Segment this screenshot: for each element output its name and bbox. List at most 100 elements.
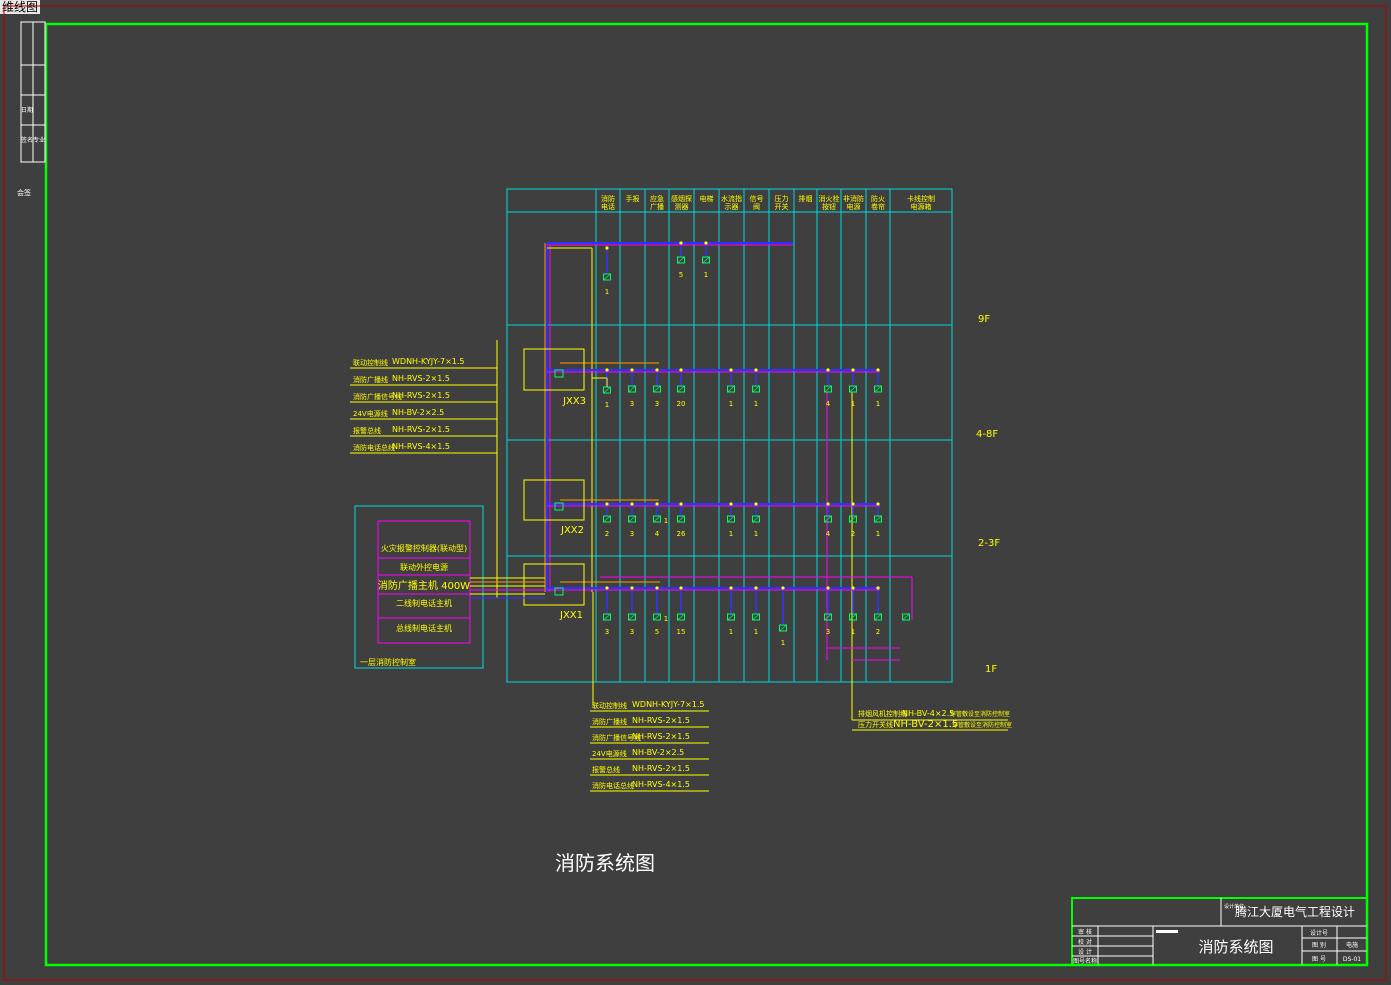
margin-label-countersign: 会签 — [17, 188, 31, 197]
device-count: 1 — [754, 400, 758, 408]
cable-name: 消防电话总线 — [353, 443, 395, 452]
device-count: 4 — [826, 400, 831, 408]
cable-spec: NH-RVS-2×1.5 — [632, 716, 690, 725]
bus-node — [630, 586, 634, 590]
vertical-risers — [544, 243, 853, 720]
device-icon-mark — [849, 613, 857, 621]
control-room-item-4: 二线制电话主机 — [396, 598, 452, 608]
junction-box-jxx3: JXX3 — [523, 348, 586, 407]
device-icon-mark — [824, 385, 832, 393]
device-icon-mark — [824, 515, 832, 523]
device-count: 5 — [679, 271, 683, 279]
cable-spec: NH-BV-2×2.5 — [392, 408, 444, 417]
device-icon-mark — [653, 515, 661, 523]
cable-name: 消防广播线 — [592, 717, 627, 726]
bus-node — [729, 586, 733, 590]
cable-name: 24V电源线 — [592, 749, 627, 758]
device-icon-mark — [752, 385, 760, 393]
right-note-1-spec: NH-BV-4×2.5 — [902, 709, 954, 718]
column-header: 消防电话 — [601, 194, 615, 211]
bus-node — [679, 502, 683, 506]
title-block-right-row-1: 设计号 — [1310, 929, 1328, 937]
cable-name: 联动控制线 — [353, 358, 388, 367]
title-block-row-4: 图号名称 — [1073, 957, 1097, 965]
cable-spec: WDNH-KYJY-7×1.5 — [632, 700, 705, 709]
bus-node — [630, 368, 634, 372]
floor-label-2-3f: 2-3F — [978, 538, 1000, 549]
device-count: 1 — [876, 400, 880, 408]
device-icon-mark — [628, 385, 636, 393]
right-note-2-spec: NH-BV-2×1.5 — [893, 719, 958, 730]
device-icon-mark — [849, 515, 857, 523]
bus-node — [630, 502, 634, 506]
device-count: 5 — [655, 628, 659, 636]
bus-node — [605, 246, 609, 250]
column-header: 感烟探测器 — [671, 194, 692, 211]
control-room-item-1: 火灾报警控制器(联动型) — [381, 543, 467, 553]
column-header: 水流指示器 — [721, 194, 742, 211]
device-count: 20 — [677, 400, 686, 408]
bus-node — [851, 502, 855, 506]
bus-node — [679, 241, 683, 245]
margin-label-major: 专业 — [33, 136, 45, 144]
device-symbols: 15 11 3 3 20 1 1 4 1 12 3 4126 1 1 4 2 13 3 5115 1 113 1 2 — [592, 241, 910, 647]
control-room-item-3: 消防广播主机 400W — [378, 579, 470, 592]
device-count: 2 — [851, 530, 855, 538]
device-icon-mark — [727, 515, 735, 523]
bottom-cable-legend: 联动控制线 WDNH-KYJY-7×1.5消防广播线 NH-RVS-2×1.5消防广… — [590, 700, 709, 792]
control-room: 火灾报警控制器(联动型) 联动外控电源 消防广播主机 400W 二线制电话主机 … — [354, 505, 545, 669]
title-block: 设计单位 腾江大厦电气工程设计 消防系统图 审 核 校 对 设 计 图号名称 设… — [1071, 897, 1368, 966]
device-icon-mark — [628, 515, 636, 523]
right-note-2-note: 穿管敷设至消防控制室 — [952, 721, 1012, 729]
floor-buses — [547, 242, 913, 661]
device-icon-mark — [677, 256, 685, 264]
device-icon-mark — [603, 613, 611, 621]
cable-spec: NH-RVS-4×1.5 — [632, 780, 690, 789]
box-label-jxx1: JXX1 — [559, 610, 583, 621]
title-block-right-row-3: 图 号 — [1312, 956, 1326, 963]
device-count: 3 — [826, 628, 830, 636]
bus-node — [729, 502, 733, 506]
device-count: 2 — [605, 530, 609, 538]
box-label-jxx3: JXX3 — [562, 396, 586, 407]
device-count: 15 — [677, 628, 686, 636]
bus-node — [729, 368, 733, 372]
device-icon-mark — [874, 613, 882, 621]
device-icon-mark — [752, 613, 760, 621]
cable-spec: NH-BV-2×2.5 — [632, 748, 684, 757]
bus-node — [781, 586, 785, 590]
device-icon-mark — [902, 613, 910, 621]
device-icon-mark — [752, 515, 760, 523]
device-count: 3 — [655, 400, 659, 408]
device-count: 3 — [630, 400, 634, 408]
device-count: 4 — [655, 530, 660, 538]
cable-name: 联动控制线 — [592, 701, 627, 710]
cable-spec: NH-RVS-4×1.5 — [392, 442, 450, 451]
device-count: 1 — [729, 628, 733, 636]
column-lines — [595, 189, 891, 682]
bus-node — [754, 586, 758, 590]
bus-node — [679, 368, 683, 372]
title-block-row-2: 校 对 — [1078, 938, 1092, 946]
device-icon-mark — [874, 385, 882, 393]
title-block-drawing: 消防系统图 — [1198, 938, 1273, 956]
bus-node — [605, 368, 609, 372]
device-icon-mark — [727, 385, 735, 393]
bus-node — [826, 586, 830, 590]
cable-spec: NH-RVS-2×1.5 — [392, 374, 450, 383]
device-count: 3 — [630, 628, 634, 636]
device-count: 1 — [605, 401, 609, 409]
device-count: 4 — [826, 530, 831, 538]
cable-spec: NH-RVS-2×1.5 — [392, 391, 450, 400]
device-count: 1 — [876, 530, 880, 538]
column-header: 信号阀 — [750, 194, 764, 211]
device-count: 1 — [754, 628, 758, 636]
right-note-1-note: 穿管敷设至消防控制室 — [950, 710, 1010, 718]
bus-node — [851, 586, 855, 590]
column-header: 卡线控制电源箱 — [907, 194, 935, 211]
column-header: 消火栓按钮 — [819, 194, 840, 211]
paper-border — [3, 5, 1387, 981]
diagram-title: 消防系统图 — [555, 851, 655, 875]
control-room-label: 一层消防控制室 — [360, 657, 416, 667]
floor-label-4-8f: 4-8F — [976, 429, 998, 440]
